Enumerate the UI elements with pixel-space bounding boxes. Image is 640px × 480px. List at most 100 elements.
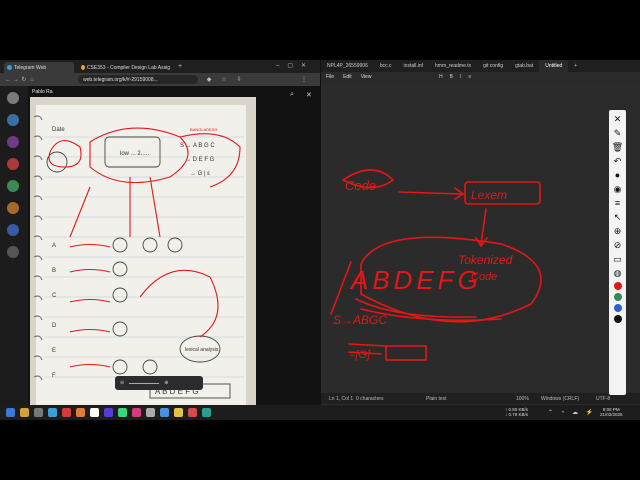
app-icon[interactable] bbox=[132, 408, 141, 417]
app-icon[interactable] bbox=[118, 408, 127, 417]
svg-text:S → A B G C: S → A B G C bbox=[180, 143, 215, 149]
search-icon[interactable]: ⌕ bbox=[290, 91, 294, 99]
zoom-out-icon[interactable]: ⊖ bbox=[120, 380, 124, 386]
editor-canvas[interactable]: Code Lexem Tokenized Code ABDEFG S→ABGC … bbox=[321, 84, 640, 391]
zoom-in-icon[interactable]: ⊕ bbox=[164, 380, 168, 386]
app-icon[interactable] bbox=[48, 408, 57, 417]
editor-tab[interactable]: install.inf bbox=[398, 60, 429, 72]
chat-avatar[interactable] bbox=[7, 224, 19, 236]
app-icon[interactable] bbox=[76, 408, 85, 417]
red-color-swatch[interactable] bbox=[613, 282, 622, 290]
chat-avatar[interactable] bbox=[7, 114, 19, 126]
start-icon[interactable] bbox=[6, 408, 15, 417]
status-encoding: UTF-8 bbox=[596, 395, 611, 402]
blue-color-swatch[interactable] bbox=[613, 304, 622, 312]
status-zoom: 100% bbox=[516, 395, 529, 402]
new-tab-button[interactable]: + bbox=[178, 63, 182, 70]
list-button[interactable]: ≡ bbox=[468, 74, 471, 80]
svg-text:B: B bbox=[52, 268, 56, 274]
svg-text:E: E bbox=[52, 348, 56, 354]
app-icon[interactable] bbox=[146, 408, 155, 417]
svg-text:F: F bbox=[52, 373, 56, 379]
app-icon[interactable] bbox=[188, 408, 197, 417]
heading-button[interactable]: H bbox=[439, 74, 443, 80]
eraser-icon[interactable]: ⊘ bbox=[612, 240, 623, 251]
editor-tab[interactable]: git config bbox=[477, 60, 509, 72]
trash-icon[interactable]: 🗑 bbox=[612, 142, 623, 153]
browser-toolbar: ← → ↻ ⌂ web.telegram.org/k/#-29159008...… bbox=[0, 73, 320, 86]
svg-text:→ D E F G: → D E F G bbox=[185, 157, 215, 163]
tab-label: CSE353 - Compiler Design Lab Assig bbox=[86, 64, 170, 71]
svg-text:BANGLADESH: BANGLADESH bbox=[190, 127, 217, 132]
editor-menu: File Edit View bbox=[321, 72, 640, 82]
chat-avatar[interactable] bbox=[7, 180, 19, 192]
svg-text:C: C bbox=[52, 293, 57, 299]
bold-button[interactable]: B bbox=[450, 74, 453, 80]
app-icon[interactable] bbox=[160, 408, 169, 417]
status-chars: 0 characters bbox=[356, 395, 384, 402]
forward-icon[interactable]: → bbox=[12, 75, 20, 84]
home-icon[interactable]: ⌂ bbox=[28, 75, 36, 84]
eye-icon[interactable]: ◉ bbox=[612, 184, 623, 195]
svg-text:lexical analysis: lexical analysis bbox=[185, 347, 219, 353]
browser-tab-assignment[interactable]: CSE353 - Compiler Design Lab Assig bbox=[78, 62, 173, 73]
camera-icon[interactable]: ● bbox=[612, 170, 623, 181]
italic-button[interactable]: I bbox=[460, 74, 461, 80]
close-icon[interactable]: ✕ bbox=[306, 91, 312, 99]
menu-edit[interactable]: Edit bbox=[343, 74, 352, 80]
green-color-swatch[interactable] bbox=[613, 293, 622, 301]
editor-tab[interactable]: gtab.bat bbox=[509, 60, 539, 72]
chat-avatar[interactable] bbox=[7, 246, 19, 258]
clock[interactable]: 8:06 PM 21/02/2025 bbox=[600, 407, 623, 417]
chat-avatar[interactable] bbox=[7, 136, 19, 148]
undo-icon[interactable]: ↶ bbox=[612, 156, 623, 167]
new-tab-button[interactable]: + bbox=[568, 60, 583, 72]
menu-file[interactable]: File bbox=[326, 74, 334, 80]
avatar[interactable] bbox=[7, 92, 19, 104]
editor-tab[interactable]: hmm_readme.tx bbox=[429, 60, 477, 72]
move-icon[interactable]: ⊕ bbox=[612, 226, 623, 237]
shape-icon[interactable]: ▭ bbox=[612, 254, 623, 265]
bookmark-icon[interactable]: ☆ bbox=[220, 75, 228, 84]
menu-icon[interactable]: ⋮ bbox=[300, 75, 308, 84]
notebook-date: Date bbox=[52, 127, 65, 133]
reload-icon[interactable]: ↻ bbox=[20, 75, 28, 84]
download-icon[interactable]: ⇩ bbox=[235, 75, 243, 84]
menu-view[interactable]: View bbox=[361, 74, 372, 80]
back-icon[interactable]: ← bbox=[4, 75, 12, 84]
app-icon[interactable] bbox=[90, 408, 99, 417]
app-icon[interactable] bbox=[202, 408, 211, 417]
screen: Telegram Web CSE353 - Compiler Design La… bbox=[0, 60, 640, 420]
black-color-swatch[interactable] bbox=[613, 315, 622, 323]
system-tray-icons[interactable]: ⌃ ◔ ☁ ⚡ bbox=[548, 409, 596, 416]
line-width-icon[interactable]: ≡ bbox=[612, 198, 623, 209]
drawn-code: Code bbox=[345, 178, 376, 193]
app-icon[interactable] bbox=[104, 408, 113, 417]
svg-text:D: D bbox=[52, 323, 57, 329]
window-controls[interactable]: –▢✕ bbox=[276, 62, 314, 69]
url-bar[interactable]: web.telegram.org/k/#-29159008... bbox=[78, 75, 198, 84]
app-icon[interactable] bbox=[174, 408, 183, 417]
chat-avatar[interactable] bbox=[7, 158, 19, 170]
chat-avatar[interactable] bbox=[7, 202, 19, 214]
app-icon[interactable] bbox=[62, 408, 71, 417]
zoom-slider[interactable] bbox=[129, 382, 160, 384]
editor-tab-untitled[interactable]: Untitled bbox=[539, 60, 569, 72]
notebook-drawing: Date BANGLADESH low ... 2..... S → A B G… bbox=[30, 97, 256, 414]
search-icon[interactable] bbox=[20, 408, 29, 417]
close-palette-icon[interactable]: ✕ bbox=[612, 114, 623, 125]
color-picker-icon[interactable]: ◍ bbox=[612, 268, 623, 279]
extension-icon[interactable]: ◆ bbox=[205, 75, 213, 84]
pen-icon[interactable]: ✎ bbox=[612, 128, 623, 139]
pen-annotations: Code Lexem Tokenized Code ABDEFG S→ABGC … bbox=[330, 169, 542, 361]
status-position: Ln 1, Col 1 bbox=[329, 395, 354, 402]
editor-tab[interactable]: NPL4P_26559906 bbox=[321, 60, 374, 72]
svg-text:→ G | ε: → G | ε bbox=[190, 171, 210, 177]
drawn-rule: S→ABGC bbox=[333, 313, 387, 327]
task-view-icon[interactable] bbox=[34, 408, 43, 417]
editor-tab[interactable]: bcc.c bbox=[374, 60, 398, 72]
status-line-ending: Windows (CRLF) bbox=[541, 395, 580, 402]
status-format: Plain text bbox=[426, 395, 447, 402]
browser-tab-telegram[interactable]: Telegram Web bbox=[4, 62, 74, 73]
cursor-icon[interactable]: ↖ bbox=[612, 212, 623, 223]
